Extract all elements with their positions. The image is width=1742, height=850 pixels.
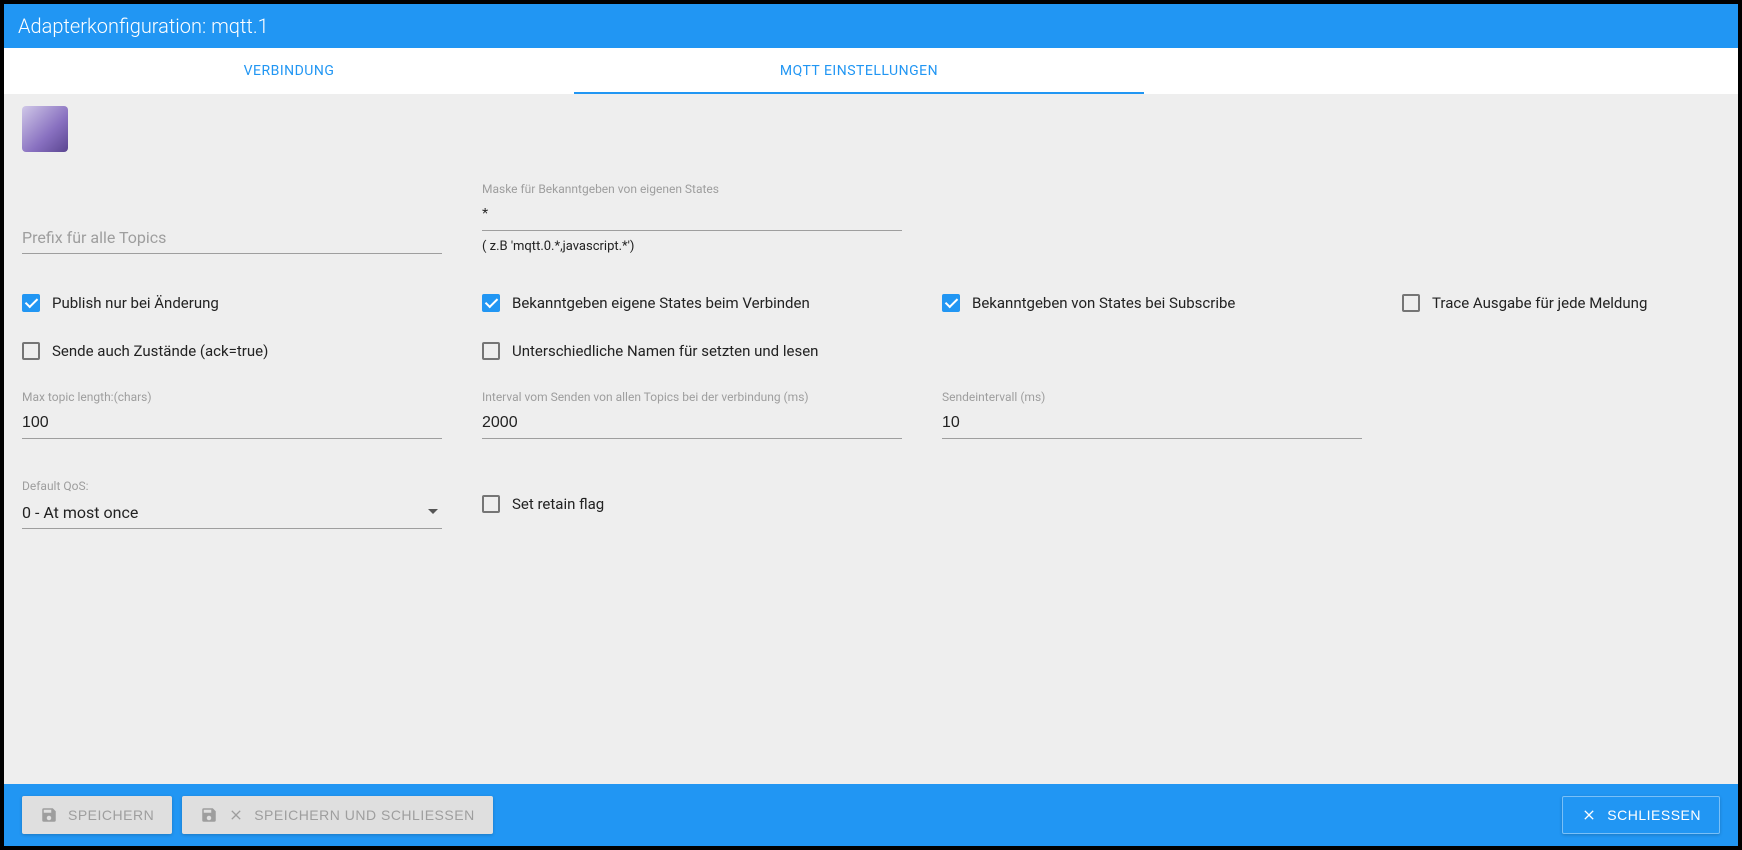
save-close-button-label: SPEICHERN UND SCHLIESSEN [254, 807, 475, 823]
save-icon [200, 806, 218, 824]
settings-panel: Prefix für alle Topics Maske für Bekannt… [4, 94, 1738, 784]
tab-connection[interactable]: VERBINDUNG [4, 48, 574, 94]
publish-on-subscribe-checkbox[interactable] [942, 294, 960, 312]
publish-on-connect-label: Bekanntgeben eigene States beim Verbinde… [512, 294, 810, 312]
retain-checkbox[interactable] [482, 495, 500, 513]
diff-names-checkbox[interactable] [482, 342, 500, 360]
tab-mqtt-settings[interactable]: MQTT EINSTELLUNGEN [574, 48, 1144, 94]
footer-bar: SPEICHERN SPEICHERN UND SCHLIESSEN SCHLI… [4, 784, 1738, 846]
mask-hint: ( z.B 'mqtt.0.*,javascript.*') [482, 239, 902, 254]
close-button[interactable]: SCHLIESSEN [1562, 796, 1720, 834]
publish-on-connect-checkbox[interactable] [482, 294, 500, 312]
send-ack-label: Sende auch Zustände (ack=true) [52, 342, 268, 360]
send-ack-checkbox[interactable] [22, 342, 40, 360]
mask-input[interactable] [482, 200, 902, 231]
save-close-button[interactable]: SPEICHERN UND SCHLIESSEN [182, 796, 493, 834]
qos-select[interactable]: 0 - At most once [22, 497, 442, 529]
retain-label: Set retain flag [512, 495, 604, 513]
diff-names-label: Unterschiedliche Namen für setzten und l… [512, 342, 818, 360]
save-button[interactable]: SPEICHERN [22, 796, 172, 834]
close-button-label: SCHLIESSEN [1607, 807, 1701, 823]
tab-bar: VERBINDUNG MQTT EINSTELLUNGEN [4, 48, 1738, 94]
trace-checkbox[interactable] [1402, 294, 1420, 312]
max-topic-label: Max topic length:(chars) [22, 390, 442, 404]
publish-on-change-label: Publish nur bei Änderung [52, 294, 219, 312]
interval-all-input[interactable] [482, 408, 902, 439]
send-interval-label: Sendeintervall (ms) [942, 390, 1362, 404]
publish-on-subscribe-label: Bekanntgeben von States bei Subscribe [972, 294, 1235, 312]
prefix-input[interactable]: Prefix für alle Topics [22, 222, 442, 254]
publish-on-change-checkbox[interactable] [22, 294, 40, 312]
chevron-down-icon [428, 509, 438, 514]
adapter-logo-icon [22, 106, 68, 152]
window-title: Adapterkonfiguration: mqtt.1 [4, 4, 1738, 48]
adapter-config-window: Adapterkonfiguration: mqtt.1 VERBINDUNG … [4, 4, 1738, 846]
max-topic-input[interactable] [22, 408, 442, 439]
interval-all-label: Interval vom Senden von allen Topics bei… [482, 390, 902, 404]
close-icon [1581, 807, 1597, 823]
save-icon [40, 806, 58, 824]
trace-label: Trace Ausgabe für jede Meldung [1432, 294, 1647, 312]
close-icon [228, 807, 244, 823]
send-interval-input[interactable] [942, 408, 1362, 439]
mask-label: Maske für Bekanntgeben von eigenen State… [482, 182, 902, 196]
qos-label: Default QoS: [22, 479, 442, 493]
save-button-label: SPEICHERN [68, 807, 154, 823]
